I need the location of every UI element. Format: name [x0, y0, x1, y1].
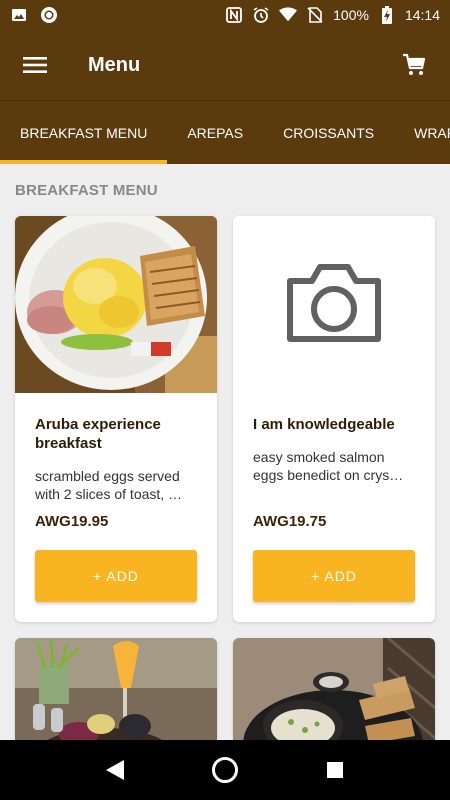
alarm-icon — [252, 6, 270, 24]
app-bar: Menu — [0, 30, 450, 100]
tab-breakfast-menu[interactable]: BREAKFAST MENU — [0, 101, 168, 164]
circle-notification-icon — [40, 6, 58, 24]
menu-item-card[interactable]: Aruba experience breakfast scrambled egg… — [15, 216, 217, 622]
status-bar: 100% 14:14 — [0, 0, 450, 30]
clock-time: 14:14 — [404, 7, 440, 23]
tab-croissants[interactable]: CROISSANTS — [263, 101, 394, 164]
no-sim-icon — [306, 6, 324, 24]
home-icon[interactable] — [205, 750, 245, 790]
item-title: I am knowledgeable — [253, 416, 395, 433]
item-description: scrambled eggs served with 2 slices of t… — [35, 468, 183, 502]
battery-percentage: 100% — [333, 7, 369, 23]
tab-wraps[interactable]: WRAPS — [394, 101, 450, 164]
section-title: BREAKFAST MENU — [15, 182, 158, 199]
image-icon — [10, 6, 28, 24]
system-nav-bar — [0, 740, 450, 800]
battery-charging-icon — [378, 6, 396, 24]
camera-icon — [284, 259, 384, 350]
image-placeholder — [233, 216, 435, 393]
wifi-icon — [279, 6, 298, 24]
menu-item-card[interactable]: I am knowledgeable easy smoked salmon eg… — [233, 216, 435, 622]
page-title: Menu — [88, 53, 141, 76]
recent-apps-icon[interactable] — [315, 750, 355, 790]
hamburger-menu-icon[interactable] — [20, 50, 50, 80]
shopping-cart-icon[interactable] — [398, 49, 430, 81]
category-tabs: BREAKFAST MENU AREPAS CROISSANTS WRAPS — [0, 100, 450, 164]
item-price: AWG19.95 — [35, 513, 109, 530]
tab-arepas[interactable]: AREPAS — [167, 101, 263, 164]
add-to-cart-button[interactable]: + ADD — [253, 550, 415, 602]
back-icon[interactable] — [95, 750, 135, 790]
nfc-icon — [225, 6, 243, 24]
item-description: easy smoked salmon eggs benedict on crys… — [253, 449, 404, 483]
item-title: Aruba experience breakfast — [35, 416, 161, 452]
food-image — [15, 216, 217, 393]
item-price: AWG19.75 — [253, 513, 327, 530]
add-to-cart-button[interactable]: + ADD — [35, 550, 197, 602]
